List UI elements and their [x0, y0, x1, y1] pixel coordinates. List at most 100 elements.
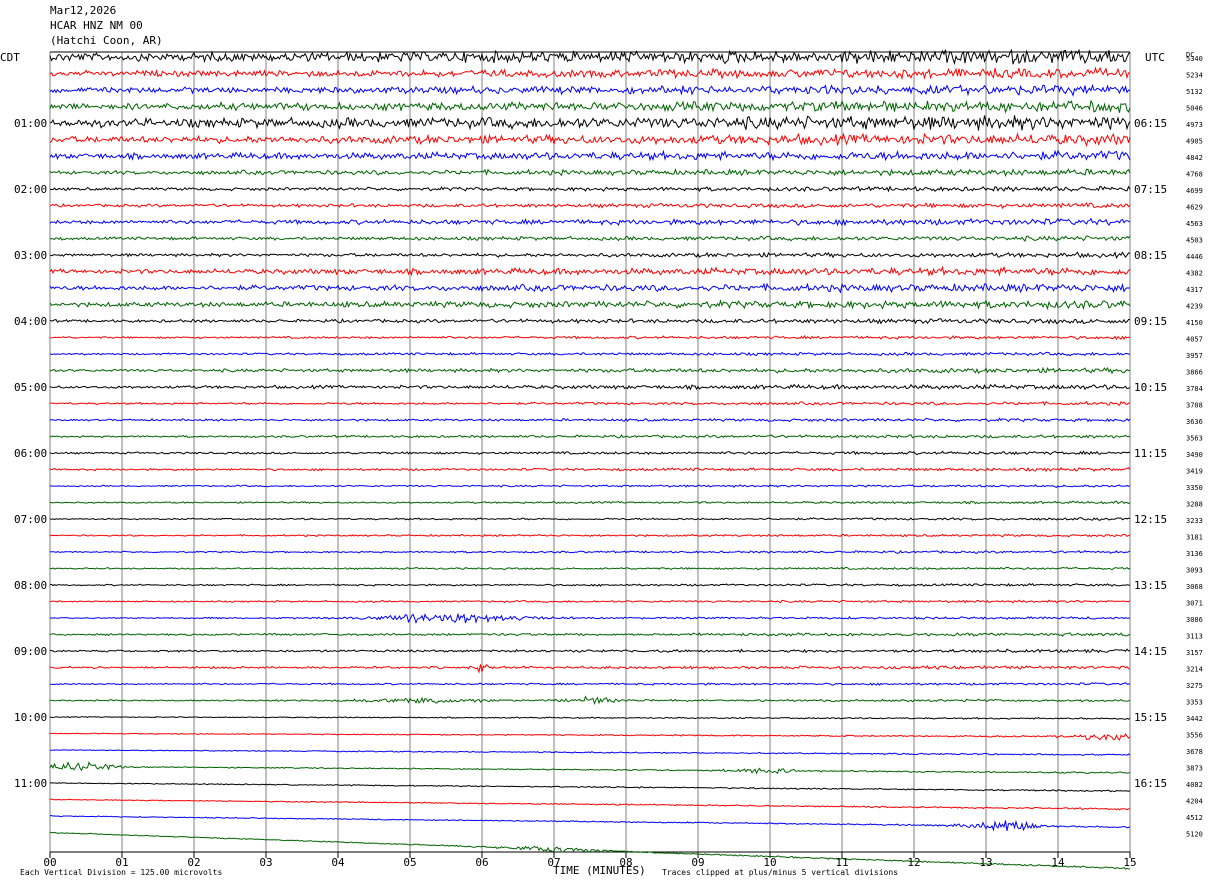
- trace-line: [49, 450, 1131, 456]
- trace-line: [49, 517, 1131, 521]
- dc-offset-label: 3678: [1186, 748, 1203, 756]
- dc-offset-label: 4446: [1186, 253, 1203, 261]
- trace-line: [49, 366, 1131, 375]
- dc-offset-label: 4082: [1186, 781, 1203, 789]
- trace-line: [49, 533, 1131, 538]
- x-tick-label: 12: [907, 856, 920, 869]
- dc-offset-label: 4239: [1186, 303, 1203, 311]
- dc-offset-label: 3093: [1186, 567, 1203, 575]
- left-hour-label: 04:00: [14, 315, 47, 328]
- trace-line: [49, 335, 1130, 341]
- trace-line: [49, 648, 1131, 654]
- trace-line: [49, 115, 1131, 131]
- seismogram-chart: CDT UTC DC TIME (MINUTES) Each Vertical …: [0, 48, 1203, 877]
- dc-offset-label: 3708: [1186, 402, 1203, 410]
- x-tick-label: 10: [763, 856, 776, 869]
- x-tick-label: 05: [403, 856, 416, 869]
- left-hour-label: 05:00: [14, 381, 47, 394]
- trace-line: [49, 695, 1131, 706]
- trace-line: [49, 716, 1131, 720]
- dc-offset-label: 4905: [1186, 138, 1203, 146]
- dc-offset-label: 4503: [1186, 237, 1203, 245]
- dc-offset-label: 4204: [1186, 798, 1203, 806]
- trace-line: [49, 217, 1131, 227]
- trace-line: [49, 202, 1131, 210]
- trace-line: [49, 782, 1131, 793]
- trace-line: [49, 265, 1131, 277]
- right-hour-label: 10:15: [1134, 381, 1167, 394]
- dc-offset-label: 4317: [1186, 286, 1203, 294]
- dc-offset-label: 3350: [1186, 484, 1203, 492]
- dc-offset-label: 3636: [1186, 418, 1203, 426]
- trace-line: [49, 149, 1131, 162]
- left-hour-label: 01:00: [14, 117, 47, 130]
- dc-offset-label: 3181: [1186, 534, 1203, 542]
- x-tick-label: 00: [43, 856, 56, 869]
- dc-offset-label: 3873: [1186, 765, 1203, 773]
- trace-line: [49, 282, 1131, 294]
- scale-note: Each Vertical Division = 125.00 microvol…: [20, 868, 222, 877]
- trace-line: [49, 582, 1131, 588]
- trace-line: [49, 632, 1131, 637]
- dc-offset-label: 3157: [1186, 649, 1203, 657]
- trace-line: [50, 749, 1131, 756]
- dc-offset-label: 3275: [1186, 682, 1203, 690]
- left-hour-label: 07:00: [14, 513, 47, 526]
- trace-line: [49, 484, 1131, 488]
- x-tick-label: 09: [691, 856, 704, 869]
- dc-offset-label: 4629: [1186, 204, 1203, 212]
- dc-offset-label: 3353: [1186, 699, 1203, 707]
- clip-note: Traces clipped at plus/minus 5 vertical …: [662, 868, 898, 877]
- trace-line: [49, 299, 1131, 311]
- dc-offset-label: 4057: [1186, 336, 1203, 344]
- right-hour-label: 08:15: [1134, 249, 1167, 262]
- dc-offset-label: 3563: [1186, 435, 1203, 443]
- trace-line: [49, 798, 1131, 811]
- x-tick-label: 11: [835, 856, 848, 869]
- dc-offset-label: 3136: [1186, 550, 1203, 558]
- x-tick-label: 01: [115, 856, 128, 869]
- dc-offset-label: 4563: [1186, 220, 1203, 228]
- dc-offset-label: 3866: [1186, 369, 1203, 377]
- x-tick-label: 07: [547, 856, 560, 869]
- dc-offset-label: 3113: [1186, 633, 1203, 641]
- x-tick-label: 02: [187, 856, 200, 869]
- dc-offset-label: 4512: [1186, 814, 1203, 822]
- x-tick-label: 08: [619, 856, 632, 869]
- left-hour-label: 08:00: [14, 579, 47, 592]
- right-hour-label: 09:15: [1134, 315, 1167, 328]
- left-hour-label: 09:00: [14, 645, 47, 658]
- trace-line: [49, 383, 1131, 391]
- trace-line: [49, 132, 1131, 148]
- trace-line: [49, 351, 1131, 357]
- trace-line: [49, 664, 1131, 674]
- dc-offset-label: 3233: [1186, 517, 1203, 525]
- trace-line: [49, 612, 1131, 625]
- trace-line: [49, 318, 1131, 325]
- left-hour-label: 10:00: [14, 711, 47, 724]
- trace-line: [49, 732, 1131, 742]
- dc-offset-label: 5340: [1186, 55, 1203, 63]
- dc-offset-label: 4973: [1186, 121, 1203, 129]
- x-tick-label: 04: [331, 856, 345, 869]
- dc-offset-label: 3214: [1186, 666, 1203, 674]
- x-tick-label: 14: [1051, 856, 1065, 869]
- trace-line: [49, 566, 1131, 571]
- dc-offset-label: 5234: [1186, 72, 1203, 80]
- left-hour-label: 03:00: [14, 249, 47, 262]
- x-tick-label: 13: [979, 856, 992, 869]
- trace-line: [49, 235, 1131, 242]
- left-hour-label: 11:00: [14, 777, 47, 790]
- right-hour-label: 11:15: [1134, 447, 1167, 460]
- right-zone-label: UTC: [1145, 51, 1165, 64]
- right-hour-label: 13:15: [1134, 579, 1167, 592]
- trace-line: [49, 83, 1131, 98]
- trace-line: [49, 99, 1131, 114]
- dc-offset-label: 3086: [1186, 616, 1203, 624]
- left-hour-label: 02:00: [14, 183, 47, 196]
- dc-offset-label: 3071: [1186, 600, 1203, 608]
- trace-line: [50, 682, 1131, 686]
- dc-offset-label: 4842: [1186, 154, 1203, 162]
- dc-offset-label: 5120: [1186, 831, 1203, 839]
- left-zone-label: CDT: [0, 51, 20, 64]
